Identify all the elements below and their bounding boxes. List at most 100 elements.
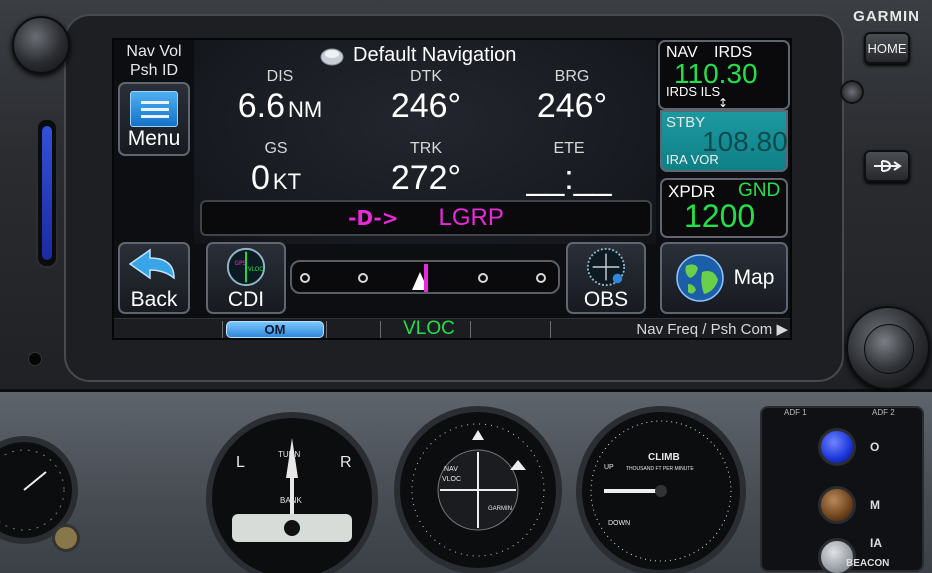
cdi-dot <box>300 273 310 283</box>
volume-knob-hint: Nav Vol Psh ID <box>116 42 192 80</box>
cdi-dot <box>536 273 546 283</box>
status-divider <box>380 321 381 338</box>
field-gs[interactable]: GS 0 KT <box>226 140 326 202</box>
nav-ind-vloc-label: VLOC <box>442 476 462 483</box>
field-ete[interactable]: ETE __:__ <box>514 140 624 198</box>
menu-icon <box>130 91 178 127</box>
marker-beacon-panel: ADF 1 ADF 2 O M IA BEACON <box>760 406 924 573</box>
adf1-tag: ADF 1 <box>784 408 807 417</box>
photocell-sensor <box>28 352 42 366</box>
dual-concentric-knob[interactable] <box>846 306 930 390</box>
back-button[interactable]: Back <box>118 242 190 314</box>
field-dtk-value: 246° <box>390 87 462 125</box>
adf2-tag: ADF 2 <box>872 408 895 417</box>
active-waypoint-name: LGRP <box>438 204 504 231</box>
volume-hint-line2: Psh ID <box>129 62 178 79</box>
nav-ind-nav-label: NAV <box>444 466 458 473</box>
status-divider <box>550 321 551 338</box>
volume-hint-line1: Nav Vol <box>126 43 182 60</box>
obs-button[interactable]: OBS <box>566 242 646 314</box>
tc-left-label: L <box>236 454 245 471</box>
gtn-bezel: GARMIN HOME Nav Vol Psh ID Menu Back Def… <box>0 0 932 392</box>
vsi-title: CLIMB <box>648 452 680 463</box>
nav-radio-window[interactable]: NAV IRDS 110.30 IRDS ILS ↕ STBY 108.80 I… <box>658 40 790 174</box>
xpdr-code: 1200 <box>684 198 756 234</box>
adjust-knob[interactable] <box>52 524 80 552</box>
nav-page-icon <box>320 48 344 65</box>
nav-ind-brand-label: GARMIN <box>488 506 512 512</box>
field-trk-label: TRK <box>410 140 442 157</box>
cdi-dot <box>478 273 488 283</box>
outer-marker-lamp[interactable] <box>818 428 856 466</box>
vsi-face-icon <box>590 420 732 562</box>
obs-icon <box>586 247 626 287</box>
cdi-button[interactable]: GPS VLOC CDI <box>206 242 286 314</box>
field-dis-unit: NM <box>288 97 323 122</box>
field-dtk[interactable]: DTK 246° <box>376 68 476 126</box>
turn-coordinator: L R TURN BANK <box>206 412 378 573</box>
beacon-label: BEACON <box>846 558 890 569</box>
middle-marker-lamp[interactable] <box>818 486 856 524</box>
field-ete-value: __:__ <box>526 159 612 197</box>
standby-label: STBY <box>666 114 706 131</box>
volume-knob[interactable] <box>12 16 70 74</box>
tc-top-label: TURN <box>278 450 301 459</box>
field-ete-label: ETE <box>553 140 585 157</box>
field-gs-unit: KT <box>272 169 302 194</box>
field-gs-label: GS <box>264 140 288 157</box>
home-button[interactable]: HOME <box>864 32 910 64</box>
active-frequency-box[interactable]: NAV IRDS 110.30 IRDS ILS ↕ <box>658 40 790 110</box>
vsi-subtitle: THOUSAND FT PER MINUTE <box>626 466 694 472</box>
standby-station-name: IRA VOR <box>666 152 719 167</box>
status-divider <box>326 321 327 338</box>
cdi-dot <box>358 273 368 283</box>
transponder-window[interactable]: XPDR GND 1200 <box>660 178 788 238</box>
direct-to-icon <box>874 160 902 172</box>
field-dis-value: 6.6 <box>237 87 286 125</box>
standby-frequency-box[interactable]: STBY 108.80 IRA VOR <box>660 110 788 172</box>
vsi-up-label: UP <box>604 464 614 471</box>
course-deviation-indicator <box>290 260 560 294</box>
map-button[interactable]: Map <box>660 242 788 314</box>
active-station-name: IRDS ILS <box>666 84 721 99</box>
knob-function-hint: Nav Freq / Psh Com ▶ <box>636 321 788 338</box>
field-trk[interactable]: TRK 272° <box>376 140 476 198</box>
map-label: Map <box>733 266 775 289</box>
field-trk-value: 272° <box>390 159 462 197</box>
field-dtk-label: DTK <box>410 68 442 85</box>
direct-to-button[interactable] <box>864 150 910 182</box>
tc-right-label: R <box>340 454 352 471</box>
cdi-needle <box>424 264 428 292</box>
globe-icon <box>675 254 724 302</box>
field-brg[interactable]: BRG 246° <box>522 68 622 126</box>
field-brg-value: 246° <box>536 87 608 125</box>
cdi-source-icon: GPS VLOC <box>226 247 266 287</box>
field-brg-label: BRG <box>554 68 590 85</box>
swap-icon[interactable]: ↕ <box>718 96 728 110</box>
active-waypoint-bar[interactable]: -D-> LGRP <box>200 200 652 236</box>
middle-marker-letter: M <box>870 498 880 512</box>
obs-label: OBS <box>583 288 629 311</box>
back-arrow-icon <box>128 248 175 280</box>
tc-bottom-label: BANK <box>280 496 302 505</box>
instrument-panel: L R TURN BANK NAV VLOC GARMIN CLIMB THOU… <box>0 392 932 573</box>
status-divider <box>470 321 471 338</box>
field-dis-label: DIS <box>266 68 294 85</box>
direct-to-symbol: -D-> <box>348 206 399 230</box>
page-title: Default Navigation <box>353 44 517 66</box>
bezel-screw <box>840 80 864 104</box>
card-slot-indicator <box>36 118 58 268</box>
field-gs-value: 0 <box>250 159 270 197</box>
nav-indicator-face-icon <box>411 423 545 557</box>
brand-logo: GARMIN <box>853 8 920 25</box>
nav-source-indicator[interactable]: VLOC <box>384 318 474 338</box>
status-bar: OM VLOC Nav Freq / Psh Com ▶ <box>114 318 790 338</box>
touchscreen: Nav Vol Psh ID Menu Back Default Navigat… <box>112 38 792 340</box>
inner-marker-letter: IA <box>870 536 882 550</box>
svg-text:VLOC: VLOC <box>248 267 263 273</box>
menu-button[interactable]: Menu <box>118 82 190 156</box>
svg-text:GPS: GPS <box>235 261 247 267</box>
back-label: Back <box>130 288 178 311</box>
field-dis[interactable]: DIS 6.6 NM <box>230 68 330 130</box>
vertical-speed-indicator: CLIMB THOUSAND FT PER MINUTE UP DOWN <box>576 406 746 573</box>
